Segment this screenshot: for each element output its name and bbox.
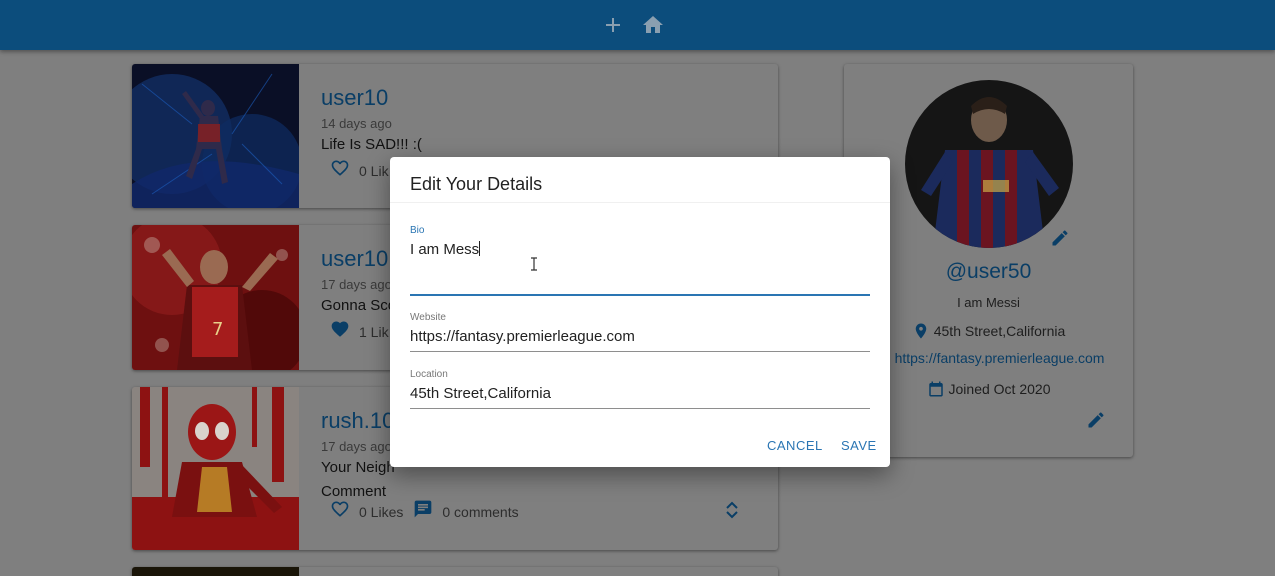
post-actions: 0 Lik [330, 158, 399, 183]
likes-count: 0 Likes [359, 503, 404, 520]
location-field[interactable]: Location 45th Street,California [410, 369, 870, 409]
post-image: 7 [132, 225, 307, 370]
likes-count: 0 Lik [359, 162, 389, 179]
like-icon[interactable] [330, 499, 350, 524]
location-label: Location [410, 369, 448, 380]
bio-field[interactable]: Bio I am Mess [410, 225, 870, 296]
post-image [132, 387, 299, 550]
location-underline [410, 408, 870, 409]
calendar-icon [928, 381, 943, 397]
post-card [132, 567, 778, 576]
post-image [132, 64, 302, 208]
dialog-title: Edit Your Details [410, 174, 543, 194]
save-button[interactable]: SAVE [841, 438, 877, 453]
post-actions: 0 Likes 0 comments [330, 499, 529, 524]
post-image [132, 567, 299, 576]
dialog-divider [390, 202, 890, 203]
cancel-button[interactable]: CANCEL [767, 438, 823, 453]
liked-heart-icon[interactable] [330, 319, 350, 344]
text-cursor-icon [530, 257, 538, 271]
post-text: Life Is SAD!!! :( [321, 136, 422, 153]
website-underline [410, 351, 870, 352]
expand-icon[interactable] [724, 500, 740, 520]
edit-details-dialog: Edit Your Details Bio I am Mess Website … [390, 157, 890, 467]
profile-website-link[interactable]: https://fantasy.premierleague.com [895, 350, 1105, 366]
post-author[interactable]: user10 [321, 86, 758, 110]
comment-icon[interactable] [413, 499, 433, 524]
website-label: Website [410, 312, 446, 323]
avatar [905, 80, 1073, 248]
edit-details-icon[interactable] [1086, 410, 1106, 430]
likes-count: 1 Lik [359, 323, 389, 340]
home-icon[interactable] [641, 13, 665, 37]
profile-location-text: 45th Street,California [933, 323, 1066, 339]
comments-count: 0 comments [442, 503, 519, 520]
location-pin-icon [915, 323, 926, 339]
website-field[interactable]: Website https://fantasy.premierleague.co… [410, 312, 870, 352]
bio-input[interactable]: I am Mess [410, 241, 870, 258]
add-icon[interactable] [601, 13, 625, 37]
like-icon[interactable] [330, 158, 350, 183]
bio-underline [410, 294, 870, 296]
edit-avatar-icon[interactable] [1050, 228, 1070, 248]
location-input[interactable]: 45th Street,California [410, 385, 870, 402]
text-caret [479, 241, 481, 256]
post-date: 14 days ago [321, 116, 392, 131]
svg-text:7: 7 [212, 319, 223, 340]
app-bar [0, 0, 1275, 50]
website-input[interactable]: https://fantasy.premierleague.com [410, 328, 870, 345]
post-actions: 1 Lik [330, 319, 399, 344]
profile-joined-text: Joined Oct 2020 [948, 381, 1051, 397]
bio-label: Bio [410, 225, 425, 236]
